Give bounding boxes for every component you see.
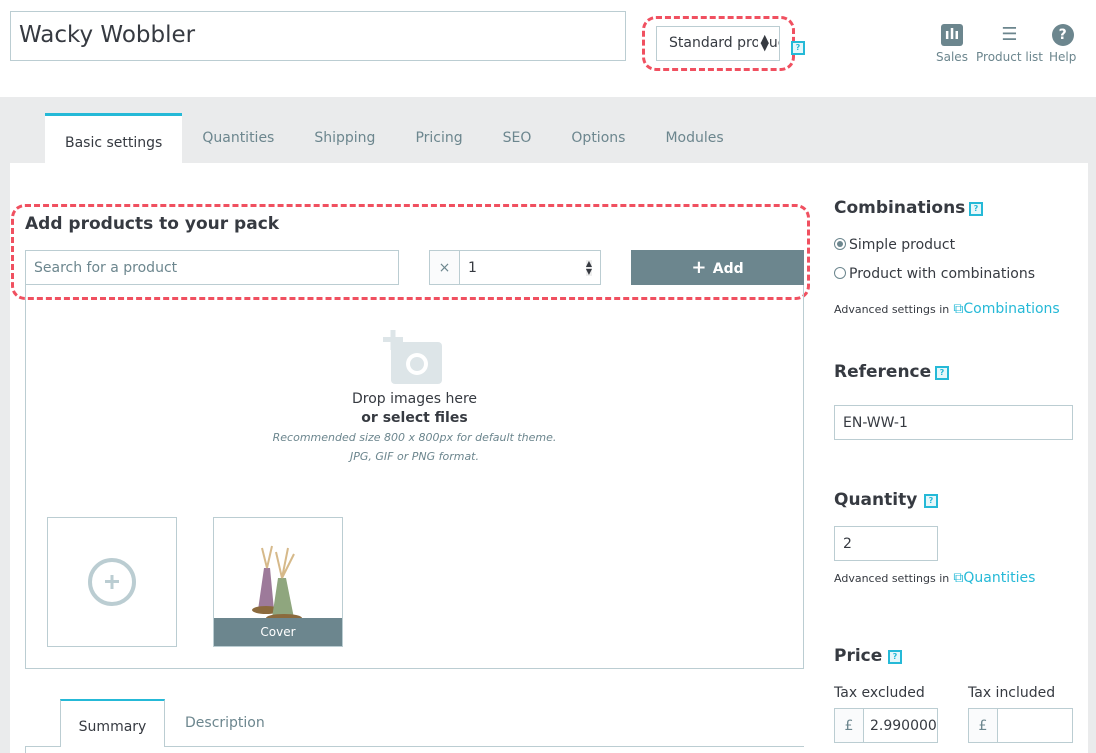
question-box-icon[interactable]: ? [935, 366, 949, 380]
radio-icon [834, 238, 846, 250]
link-label: Combinations [963, 301, 1060, 317]
radio-label: Simple product [849, 237, 956, 253]
sort-arrows-icon: ▲ ▼ [757, 33, 769, 52]
list-icon: ☰ [1001, 24, 1018, 45]
external-link-icon: ⧉ [953, 301, 964, 317]
tab-description[interactable]: Description [185, 715, 265, 731]
product-list-button[interactable]: ☰ Product list [976, 24, 1043, 64]
tab-basic-settings[interactable]: Basic settings [45, 113, 183, 163]
tab-quantities[interactable]: Quantities [182, 113, 294, 163]
advanced-settings-text: Advanced settings in [834, 572, 950, 585]
advanced-settings-quantities: Advanced settings in ⧉Quantities [834, 570, 1035, 586]
currency-prefix: £ [969, 709, 998, 742]
advanced-settings-combinations: Advanced settings in ⧉Combinations [834, 301, 1060, 317]
help-circle-icon: ? [1051, 24, 1074, 46]
quantity-title: Quantity [834, 490, 918, 510]
radio-label: Product with combinations [849, 266, 1035, 282]
product-image [252, 545, 302, 622]
add-image-button[interactable] [47, 517, 177, 647]
add-photo-icon [383, 330, 442, 384]
price-value: 2.990000 [870, 717, 937, 734]
bar-chart-icon: ılı [940, 24, 963, 46]
sales-button[interactable]: ılı Sales [936, 24, 968, 64]
size-hint: Recommended size 800 x 800px for default… [272, 431, 557, 444]
currency-prefix: £ [835, 709, 864, 742]
tab-options[interactable]: Options [551, 113, 645, 163]
radio-product-with-combinations[interactable]: Product with combinations [834, 266, 1035, 282]
sales-label: Sales [936, 50, 968, 64]
main-tabs: Basic settings Quantities Shipping Prici… [45, 113, 744, 163]
tab-pricing[interactable]: Pricing [395, 113, 482, 163]
tax-excluded-label: Tax excluded [834, 685, 925, 701]
advanced-settings-text: Advanced settings in [834, 303, 950, 316]
product-image-cover[interactable]: Cover [213, 517, 343, 647]
price-tax-excluded-input[interactable]: £2.990000 [834, 708, 938, 743]
tab-shipping[interactable]: Shipping [294, 113, 395, 163]
question-box-icon[interactable]: ? [924, 494, 938, 508]
question-box-icon[interactable]: ? [969, 202, 983, 216]
tab-seo[interactable]: SEO [483, 113, 552, 163]
quantities-link[interactable]: ⧉Quantities [953, 570, 1035, 586]
plus-circle-icon [88, 558, 136, 606]
tax-included-label: Tax included [968, 685, 1056, 701]
product-name-input[interactable]: Wacky Wobbler [10, 11, 626, 61]
quantity-input[interactable]: 2 [834, 526, 938, 561]
question-box-icon[interactable]: ? [791, 41, 805, 55]
product-list-label: Product list [976, 50, 1044, 64]
combinations-title: Combinations [834, 198, 966, 218]
select-files-link[interactable]: or select files [25, 410, 804, 426]
format-hint: JPG, GIF or PNG format. [349, 450, 479, 463]
link-label: Quantities [963, 570, 1036, 586]
help-label: Help [1049, 50, 1077, 64]
reference-input[interactable]: EN-WW-1 [834, 405, 1073, 440]
cover-label: Cover [214, 618, 342, 646]
external-link-icon: ⧉ [953, 570, 964, 586]
tab-summary[interactable]: Summary [60, 699, 165, 747]
product-type-select[interactable]: Standard product ▲ ▼ [656, 26, 780, 61]
radio-simple-product[interactable]: Simple product [834, 237, 955, 253]
reference-title: Reference [834, 362, 932, 382]
radio-icon [834, 267, 846, 279]
price-tax-included-input[interactable]: £ [968, 708, 1073, 743]
tab-modules[interactable]: Modules [645, 113, 743, 163]
combinations-link[interactable]: ⧉Combinations [953, 301, 1059, 317]
question-box-icon[interactable]: ? [888, 650, 902, 664]
price-title: Price [834, 646, 883, 666]
help-button[interactable]: ? Help [1049, 24, 1076, 64]
drop-text: Drop images here [351, 391, 478, 407]
